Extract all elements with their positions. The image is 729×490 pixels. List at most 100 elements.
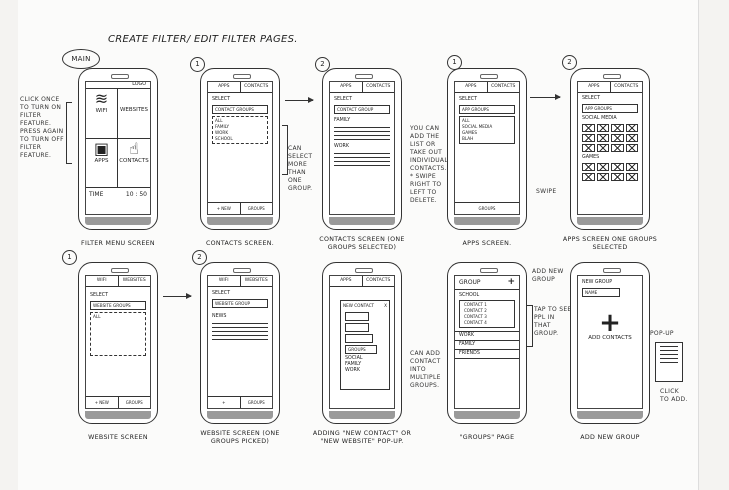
phone-new-group: NEW GROUP NAME + ADD CONTACTS — [570, 262, 650, 424]
note-multi-select: CAN SELECT MORE THAN ONE GROUP. — [288, 145, 313, 192]
app-group-dropdown[interactable]: APP GROUPS — [459, 105, 515, 114]
tab-wifi[interactable]: WIFI — [86, 276, 119, 286]
wifi-cell[interactable]: ≋ WIFI — [86, 89, 118, 139]
tab-websites[interactable]: WEBSITES — [119, 276, 151, 286]
select-label: SELECT — [334, 97, 353, 102]
group-dropdown[interactable]: CONTACT GROUPS — [212, 105, 268, 114]
main-marker: MAIN — [62, 49, 100, 69]
popup-sketch — [655, 342, 683, 382]
caption-groups: "GROUPS" PAGE — [459, 434, 515, 441]
group-work[interactable]: WORK — [455, 331, 519, 341]
websites-label: WEBSITES — [119, 107, 149, 113]
group-item-school[interactable]: SCHOOL — [215, 136, 265, 142]
contacts-label: CONTACTS — [119, 157, 149, 164]
add-contacts-label[interactable]: ADD CONTACTS — [578, 335, 642, 341]
select-label: SELECT — [212, 97, 231, 102]
tab-contacts[interactable]: CONTACTS — [611, 82, 643, 92]
new-contact-button[interactable]: + NEW CONTACT — [208, 203, 241, 214]
websites-cell[interactable]: WEBSITES — [118, 89, 150, 139]
note-multiple-groups: CAN ADD CONTACT INTO MULTIPLE GROUPS. — [410, 350, 441, 389]
caption-adding-popup: ADDING "NEW CONTACT" OR "NEW WEBSITE" PO… — [312, 430, 412, 445]
phone-contacts-selected: APPS CONTACTS SELECT CONTACT GROUP FAMILY… — [322, 68, 402, 230]
groups-title: GROUP — [459, 279, 481, 286]
note-click-add: CLICK TO ADD. — [660, 388, 688, 403]
group-dropdown[interactable]: CONTACT GROUP — [334, 105, 390, 114]
arrow-website — [163, 291, 192, 301]
note-filter-toggle: CLICK ONCE TO TURN ON FILTER FEATURE. PR… — [20, 96, 64, 159]
close-icon[interactable]: X — [384, 303, 387, 308]
add-group-button[interactable]: + — [507, 278, 515, 287]
phone-contacts: APPS CONTACTS SELECT CONTACT GROUPS ALL F… — [200, 68, 280, 230]
tab-contacts[interactable]: CONTACTS — [363, 82, 395, 92]
note-tap-group: TAP TO SEE PPL IN THAT GROUP. — [534, 306, 572, 337]
caption-filter-menu: FILTER MENU SCREEN — [81, 240, 155, 247]
caption-website-selected: WEBSITE SCREEN (ONE GROUPS PICKED) — [200, 430, 280, 445]
group-name-field[interactable]: NAME — [582, 288, 620, 297]
new-website-button[interactable]: + NEW WEBSITE — [86, 397, 119, 408]
group-heading-work: WORK — [334, 144, 349, 149]
select-label: SELECT — [90, 293, 109, 298]
website-item-all[interactable]: ALL — [93, 314, 143, 320]
phone-apps-selected: APPS CONTACTS SELECT APP GROUPS SOCIAL ME… — [570, 68, 650, 230]
step-marker-2b: 2 — [562, 55, 577, 70]
group-friends[interactable]: FRIENDS — [455, 350, 519, 359]
tab-wifi[interactable]: WIFI — [208, 276, 241, 286]
tab-apps[interactable]: APPS — [578, 82, 611, 92]
tab-apps[interactable]: APPS — [330, 82, 363, 92]
groups-dropdown[interactable]: GROUPS — [345, 345, 377, 354]
caption-contacts: CONTACTS SCREEN. — [205, 240, 275, 247]
new-website-button[interactable]: + — [208, 397, 241, 408]
tab-apps[interactable]: APPS — [208, 82, 241, 92]
new-contact-popup: NEW CONTACT X GROUPS SOCIAL FAMILY WORK — [340, 300, 390, 390]
phone-adding-popup: APPS CONTACTS NEW CONTACT X GROUPS SOCIAL… — [322, 262, 402, 424]
phone-field[interactable] — [345, 323, 369, 332]
tab-contacts[interactable]: CONTACTS — [488, 82, 520, 92]
group-school[interactable]: SCHOOL — [455, 293, 519, 299]
group-heading-family: FAMILY — [334, 118, 351, 123]
note-edit-list: YOU CAN ADD THE LIST OR TAKE OUT INDIVID… — [410, 125, 448, 204]
contact-4[interactable]: CONTACT 4 — [464, 320, 510, 326]
group-heading-social: SOCIAL MEDIA — [582, 116, 617, 121]
note-popup: POP-UP — [650, 330, 674, 337]
group-heading-news: NEWS — [212, 314, 227, 319]
group-family[interactable]: FAMILY — [455, 341, 519, 350]
select-label: SELECT — [459, 97, 478, 102]
popup-title: NEW CONTACT — [343, 303, 375, 308]
step-marker-1: 1 — [190, 57, 205, 72]
apps-cell[interactable]: ▣ APPS — [86, 138, 118, 187]
email-field[interactable] — [345, 334, 373, 343]
groups-button[interactable]: GROUPS — [455, 203, 519, 214]
bracket-groups — [527, 305, 533, 347]
arrow-apps — [530, 92, 561, 102]
note-swipe: SWIPE — [536, 188, 557, 195]
app-group-dropdown[interactable]: APP GROUPS — [582, 104, 638, 113]
website-group-dropdown[interactable]: WEBSITE GROUPS — [90, 301, 146, 310]
tab-apps[interactable]: APPS — [455, 82, 488, 92]
website-group-dropdown[interactable]: WEBSITE GROUP — [212, 299, 268, 308]
name-field[interactable] — [345, 312, 369, 321]
contacts-cell[interactable]: ☝ CONTACTS — [118, 139, 150, 188]
phone-website: WIFI WEBSITES SELECT WEBSITE GROUPS ALL +… — [78, 262, 158, 424]
app-item-blah[interactable]: BLAH — [462, 136, 512, 142]
step-marker-2c: 2 — [192, 250, 207, 265]
phone-groups: GROUP + SCHOOL CONTACT 1 CONTACT 2 CONTA… — [447, 262, 527, 424]
tab-websites[interactable]: WEBSITES — [241, 276, 273, 286]
groups-button[interactable]: GROUPS — [241, 203, 273, 214]
groups-button[interactable]: GROUPS — [119, 397, 151, 408]
phone-apps: APPS CONTACTS SELECT APP GROUPS ALL SOCIA… — [447, 68, 527, 230]
popup-group-work[interactable]: WORK — [341, 368, 389, 374]
tab-contacts[interactable]: CONTACTS — [363, 276, 395, 286]
tab-apps[interactable]: APPS — [330, 276, 363, 286]
website-group-list: ALL — [90, 312, 146, 356]
group-heading-games: GAMES — [582, 155, 600, 160]
bracket-main — [66, 102, 72, 164]
note-add-new-group: ADD NEW GROUP — [532, 268, 564, 283]
groups-button[interactable]: GROUPS — [241, 397, 273, 408]
time-bar: TIME 10 : 50 — [86, 187, 150, 201]
tab-contacts[interactable]: CONTACTS — [241, 82, 273, 92]
add-contacts-plus-icon[interactable]: + — [578, 310, 642, 336]
apps-label: APPS — [94, 157, 109, 164]
caption-apps: APPS SCREEN. — [462, 240, 512, 247]
page-title: CREATE FILTER/ EDIT FILTER PAGES. — [108, 34, 298, 45]
time-value: 10 : 50 — [125, 191, 147, 198]
